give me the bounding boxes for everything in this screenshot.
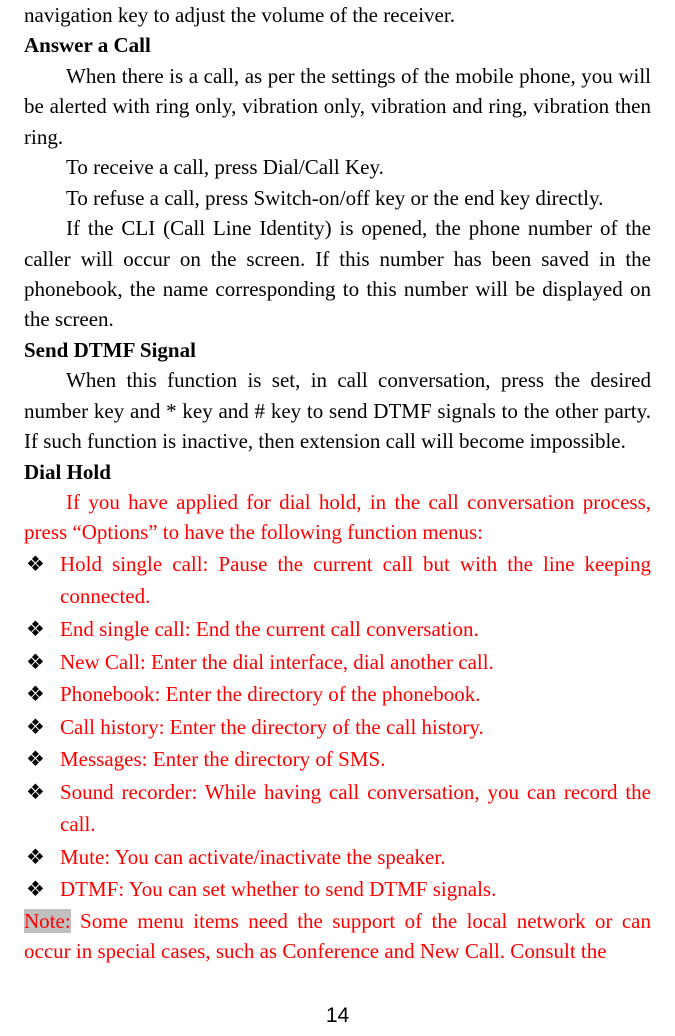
diamond-bullet-icon: ❖ xyxy=(24,873,60,906)
paragraph: When this function is set, in call conve… xyxy=(24,365,651,456)
page-number: 14 xyxy=(0,1004,675,1028)
list-item: ❖ Messages: Enter the directory of SMS. xyxy=(24,743,651,776)
list-item: ❖ DTMF: You can set whether to send DTMF… xyxy=(24,873,651,906)
paragraph: To refuse a call, press Switch-on/off ke… xyxy=(24,183,651,213)
paragraph: When there is a call, as per the setting… xyxy=(24,61,651,152)
partial-top-line: navigation key to adjust the volume of t… xyxy=(24,0,651,30)
paragraph: To receive a call, press Dial/Call Key. xyxy=(24,152,651,182)
diamond-bullet-icon: ❖ xyxy=(24,548,60,613)
note-label: Note: xyxy=(24,909,71,933)
list-item-text: Call history: Enter the directory of the… xyxy=(60,711,651,744)
list-item-text: New Call: Enter the dial interface, dial… xyxy=(60,646,651,679)
heading-answer-a-call: Answer a Call xyxy=(24,30,651,60)
list-item-text: Sound recorder: While having call conver… xyxy=(60,776,651,841)
options-list: ❖ Hold single call: Pause the current ca… xyxy=(24,548,651,906)
list-item-text: Phonebook: Enter the directory of the ph… xyxy=(60,678,651,711)
heading-dial-hold: Dial Hold xyxy=(24,457,651,487)
list-item: ❖ End single call: End the current call … xyxy=(24,613,651,646)
paragraph-red: If you have applied for dial hold, in th… xyxy=(24,487,651,548)
paragraph: If the CLI (Call Line Identity) is opene… xyxy=(24,213,651,335)
list-item-text: Hold single call: Pause the current call… xyxy=(60,548,651,613)
document-page: navigation key to adjust the volume of t… xyxy=(0,0,675,1036)
list-item: ❖ Mute: You can activate/inactivate the … xyxy=(24,841,651,874)
note-paragraph: Note: Some menu items need the support o… xyxy=(24,906,651,967)
diamond-bullet-icon: ❖ xyxy=(24,711,60,744)
list-item-text: Messages: Enter the directory of SMS. xyxy=(60,743,651,776)
diamond-bullet-icon: ❖ xyxy=(24,776,60,841)
diamond-bullet-icon: ❖ xyxy=(24,743,60,776)
diamond-bullet-icon: ❖ xyxy=(24,841,60,874)
diamond-bullet-icon: ❖ xyxy=(24,613,60,646)
list-item: ❖ Sound recorder: While having call conv… xyxy=(24,776,651,841)
note-text: Some menu items need the support of the … xyxy=(24,909,651,963)
list-item: ❖ New Call: Enter the dial interface, di… xyxy=(24,646,651,679)
diamond-bullet-icon: ❖ xyxy=(24,646,60,679)
list-item: ❖ Phonebook: Enter the directory of the … xyxy=(24,678,651,711)
list-item-text: DTMF: You can set whether to send DTMF s… xyxy=(60,873,651,906)
list-item: ❖ Call history: Enter the directory of t… xyxy=(24,711,651,744)
list-item: ❖ Hold single call: Pause the current ca… xyxy=(24,548,651,613)
list-item-text: Mute: You can activate/inactivate the sp… xyxy=(60,841,651,874)
list-item-text: End single call: End the current call co… xyxy=(60,613,651,646)
diamond-bullet-icon: ❖ xyxy=(24,678,60,711)
heading-send-dtmf-signal: Send DTMF Signal xyxy=(24,335,651,365)
